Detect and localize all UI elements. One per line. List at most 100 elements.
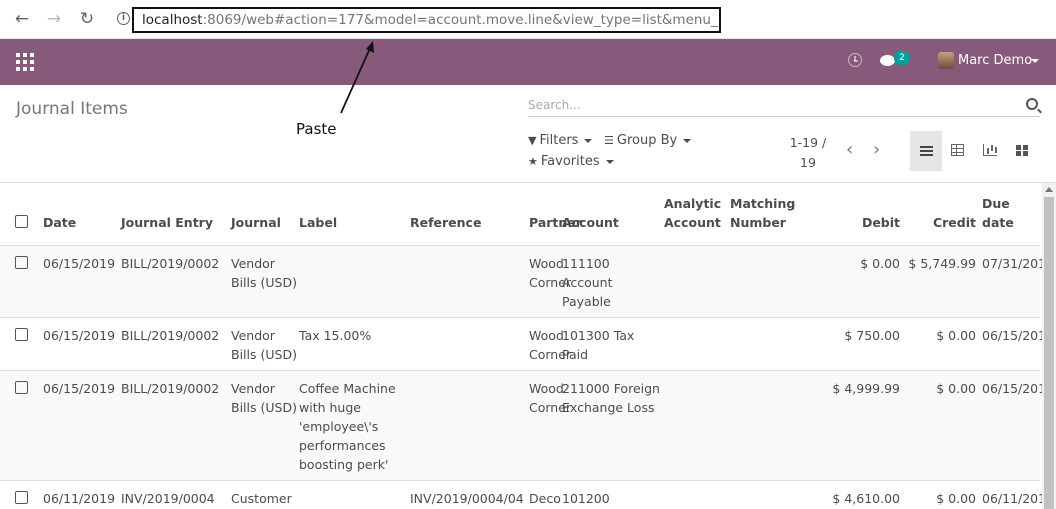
pager-next-icon[interactable]: › [873,141,880,159]
pager-value[interactable]: 1-19 / 19 [784,133,832,173]
kanban-view-button[interactable] [1006,131,1038,171]
column-header-account[interactable]: Account [562,183,664,246]
column-header-reference[interactable]: Reference [410,183,529,246]
cell-journal-entry: INV/2019/0004 [121,480,231,509]
apps-menu-icon[interactable] [16,53,34,71]
activity-clock-icon[interactable] [848,53,862,67]
column-header-journal-entry[interactable]: Journal Entry [121,183,231,246]
cell-due-date: 06/11/2019 [982,480,1042,509]
cell-matching-number [730,480,808,509]
cell-journal-entry: BILL/2019/0002 [121,317,231,371]
chat-icon[interactable] [880,55,895,66]
cell-journal: Customer [231,480,299,509]
cell-date: 06/15/2019 [43,245,121,318]
column-header-date[interactable]: Date [43,183,121,246]
cell-due-date: 07/31/2019 [982,245,1042,318]
group-by-button[interactable]: ☰ Group By [604,133,692,148]
cell-account: 111100 Account Payable [562,245,664,318]
url-path: :8069/web#action=177&model=account.move.… [202,12,721,28]
pager-range: 1-19 / [789,135,827,150]
page-title: Journal Items [16,99,128,119]
row-select-cell [0,245,43,318]
user-avatar[interactable] [938,52,954,69]
column-header-credit[interactable]: Credit [906,183,982,246]
address-bar[interactable]: localhost:8069/web#action=177&model=acco… [132,7,721,33]
cell-debit: $ 750.00 [808,317,906,371]
table-row[interactable]: 06/15/2019 BILL/2019/0002 Vendor Bills (US… [0,317,1042,371]
cell-partner: Wood Corner [529,370,571,481]
row-checkbox[interactable] [15,327,28,341]
cell-label [299,245,410,318]
reload-icon[interactable]: ↻ [76,8,98,30]
row-select-cell [0,480,43,509]
favorites-button[interactable]: ★ Favorites [528,154,614,169]
annotation-label: Paste [296,120,337,138]
cell-label [299,480,410,509]
group-by-label: Group By [616,133,678,148]
back-arrow-icon[interactable]: ← [11,8,33,30]
cell-matching-number [730,370,808,481]
user-menu[interactable]: Marc Demo [958,53,1032,68]
cell-reference [410,317,529,371]
cell-analytic-account [664,480,730,509]
journal-items-list: Date Journal Entry Journal Label Referen… [0,183,1042,509]
cell-date: 06/15/2019 [43,317,121,371]
cell-debit: $ 0.00 [808,245,906,318]
row-select-cell [0,317,43,371]
forward-arrow-icon[interactable]: → [43,8,65,30]
cell-reference: INV/2019/0004/04 [410,480,529,509]
cell-account: 101300 Tax Paid [562,317,664,371]
filters-button[interactable]: ▼ Filters [528,133,593,148]
annotation-arrow [340,41,374,114]
pivot-view-button[interactable] [942,131,974,171]
column-header-due-date[interactable]: Due date [982,183,1040,246]
search-input[interactable] [528,95,1008,115]
table-row[interactable]: 06/15/2019 BILL/2019/0002 Vendor Bills (US… [0,245,1042,318]
cell-credit: $ 5,749.99 [906,245,982,318]
cell-analytic-account [664,317,730,371]
favorites-label: Favorites [540,154,600,169]
chevron-down-icon [683,138,692,143]
row-checkbox[interactable] [15,490,28,504]
table-row[interactable]: 06/15/2019 BILL/2019/0002 Vendor Bills (US… [0,370,1042,481]
cell-partner: Deco [529,480,562,509]
cell-matching-number [730,317,808,371]
cell-journal: Vendor Bills (USD) [231,245,299,318]
pager-previous-icon[interactable]: ‹ [846,141,853,159]
vertical-scrollbar[interactable] [1042,183,1056,509]
scroll-up-arrow-icon[interactable] [1045,187,1053,192]
list-view-button[interactable] [910,131,942,171]
column-header-matching-number[interactable]: Matching Number [730,183,808,246]
bar-chart-icon [983,144,997,156]
cell-journal: Vendor Bills (USD) [231,370,299,481]
column-header-analytic-account[interactable]: Analytic Account [664,183,730,246]
info-icon[interactable]: i [117,12,130,25]
browser-toolbar: ← → ↻ i localhost:8069/web#action=177&mo… [0,0,1056,39]
column-header-debit[interactable]: Debit [808,183,906,246]
url-host: localhost [142,12,203,28]
user-menu-caret-icon[interactable] [1031,59,1039,63]
cell-label: Tax 15.00% [299,317,410,371]
cell-debit: $ 4,999.99 [808,370,906,481]
select-all-checkbox[interactable] [15,214,28,228]
cell-partner: Wood Corner [529,245,571,318]
filter-icon: ▼ [528,134,537,147]
row-checkbox[interactable] [15,380,28,394]
search-icon[interactable] [1026,98,1038,110]
column-header-label[interactable]: Label [299,183,410,246]
row-checkbox[interactable] [15,255,28,269]
table-row[interactable]: 06/11/2019 INV/2019/0004 Customer INV/2019/… [0,480,1042,509]
graph-view-button[interactable] [974,131,1006,171]
chevron-down-icon [605,159,614,164]
column-header-partner[interactable]: Partner [529,183,582,246]
scrollbar-thumb[interactable] [1044,197,1054,509]
cell-account: 211000 Foreign Exchange Loss [562,370,664,481]
filters-label: Filters [539,133,579,148]
cell-due-date: 06/15/2019 [982,317,1042,371]
row-select-cell [0,370,43,481]
cell-journal-entry: BILL/2019/0002 [121,245,231,318]
list-icon [920,146,933,156]
cell-date: 06/15/2019 [43,370,121,481]
chevron-down-icon [584,138,593,143]
column-header-journal[interactable]: Journal [231,183,299,246]
